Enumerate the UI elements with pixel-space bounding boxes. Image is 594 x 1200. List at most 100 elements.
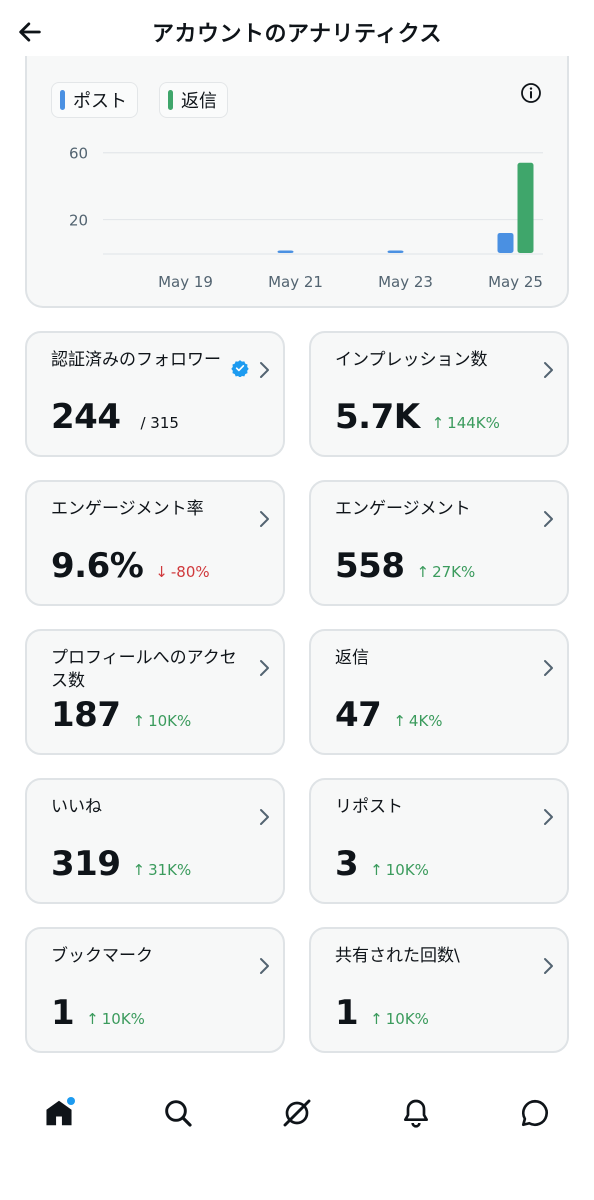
chevron-right-icon [260, 958, 269, 974]
metric-change-value: 10K% [148, 712, 192, 730]
arrow-up-icon: ↑ [370, 1010, 383, 1028]
page-title: アカウントのアナリティクス [151, 22, 443, 47]
bar-posts [277, 250, 294, 253]
arrow-up-icon: ↑ [393, 712, 406, 730]
metric-card-likes[interactable]: いいね 319 ↑ 31K% [25, 778, 285, 904]
metric-card-profile-visits[interactable]: プロフィールへのアクセス数 187 ↑ 10K% [25, 629, 285, 755]
bar-posts [387, 250, 404, 253]
metric-value-row: 47 ↑ 4K% [335, 695, 443, 735]
metric-change: ↓ -80% [155, 563, 209, 581]
analytics-chart: 60 20 May 19 May 21 May 23 May 25 [69, 145, 543, 291]
metric-label: 認証済みのフォロワー [51, 350, 221, 370]
metric-label: ブックマーク [51, 946, 153, 966]
nav-notifications[interactable] [394, 1091, 438, 1135]
metric-card-replies[interactable]: 返信 47 ↑ 4K% [309, 629, 569, 755]
arrow-up-icon: ↑ [431, 414, 445, 432]
metric-change: ↑ 10K% [370, 1010, 429, 1028]
bell-icon [403, 1099, 428, 1128]
nav-home[interactable] [37, 1091, 81, 1135]
bar-posts [497, 232, 514, 253]
metric-card-engagement-rate[interactable]: エンゲージメント率 9.6% ↓ -80% [25, 480, 285, 606]
chevron-right-icon [260, 660, 269, 676]
chevron-right-icon [260, 809, 269, 825]
y-tick-label: 60 [69, 145, 88, 163]
metric-change-value: 31K% [148, 861, 192, 879]
chevron-right-icon [544, 660, 553, 676]
search-icon [165, 1100, 192, 1127]
metric-value-row: 187 ↑ 10K% [51, 695, 191, 735]
metric-value-row: 5.7K ↑ 144K% [335, 397, 500, 437]
bottom-navigation [0, 1080, 594, 1146]
metric-change-value: 10K% [101, 1010, 145, 1028]
arrow-up-icon: ↑ [370, 861, 383, 879]
nav-grok[interactable] [275, 1091, 319, 1135]
metric-value: 558 [335, 546, 405, 586]
metric-value: 187 [51, 695, 121, 735]
arrow-down-icon: ↓ [155, 563, 168, 581]
x-tick-label: May 21 [268, 273, 323, 291]
metric-card-impressions[interactable]: インプレッション数 5.7K ↑ 144K% [309, 331, 569, 457]
metric-value-row: 3 ↑ 10K% [335, 844, 429, 884]
metric-label: プロフィールへのアクセス数 [51, 648, 237, 691]
metric-value: 9.6% [51, 546, 144, 586]
metric-label: 共有された回数\ [335, 946, 460, 966]
x-tick-label: May 19 [158, 273, 213, 291]
metric-label: エンゲージメント率 [51, 499, 204, 519]
metric-change: ↑ 4K% [393, 712, 442, 730]
chart-card: ポスト 返信 60 20 May 19 May 21 May 23 May 25 [25, 56, 569, 308]
metric-card-engagements[interactable]: エンゲージメント 558 ↑ 27K% [309, 480, 569, 606]
metric-label: エンゲージメント [335, 499, 471, 519]
top-bar: アカウントのアナリティクス [0, 0, 594, 64]
metric-change: ↑ 144K% [432, 414, 500, 432]
metric-value-row: 319 ↑ 31K% [51, 844, 191, 884]
y-tick-label: 20 [69, 212, 88, 230]
metric-change-value: 10K% [385, 1010, 429, 1028]
chevron-right-icon [260, 511, 269, 527]
metric-value: 5.7K [335, 397, 420, 437]
metric-change-value: -80% [170, 563, 210, 581]
chevron-right-icon [544, 958, 553, 974]
metric-label: リポスト [335, 797, 403, 817]
chevron-right-icon [544, 511, 553, 527]
metric-change-value: 4K% [408, 712, 443, 730]
arrow-up-icon: ↑ [86, 1010, 99, 1028]
metric-card-verified-followers[interactable]: 認証済みのフォロワー 244 / 315 [25, 331, 285, 457]
x-tick-label: May 23 [378, 273, 433, 291]
metric-change-value: 27K% [432, 563, 476, 581]
grok-icon [283, 1099, 311, 1127]
metric-change: ↑ 31K% [132, 861, 191, 879]
nav-search[interactable] [156, 1091, 200, 1135]
x-tick-label: May 25 [488, 273, 543, 291]
chevron-right-icon [544, 362, 553, 378]
arrow-up-icon: ↑ [132, 712, 146, 730]
metric-value-row: 558 ↑ 27K% [335, 546, 475, 586]
bar-replies [517, 162, 534, 253]
metric-change: ↑ 10K% [370, 861, 429, 879]
nav-messages[interactable] [513, 1091, 557, 1135]
metric-value-row: 244 / 315 [51, 397, 179, 437]
metric-change: ↑ 10K% [86, 1010, 145, 1028]
metric-value: 1 [51, 993, 75, 1033]
metric-value: 244 [51, 397, 121, 437]
metric-value-row: 9.6% ↓ -80% [51, 546, 210, 586]
metric-label: 返信 [335, 648, 369, 668]
metric-card-reposts[interactable]: リポスト 3 ↑ 10K% [309, 778, 569, 904]
metric-label: いいね [51, 797, 102, 817]
metric-value: 47 [335, 695, 382, 735]
metric-change: ↑ 10K% [132, 712, 191, 730]
metric-total: / 315 [140, 414, 179, 432]
arrow-up-icon: ↑ [132, 861, 146, 879]
metric-change-value: 144K% [447, 414, 500, 432]
metric-value: 3 [335, 844, 359, 884]
metric-card-bookmarks[interactable]: ブックマーク 1 ↑ 10K% [25, 927, 285, 1053]
arrow-up-icon: ↑ [416, 563, 430, 581]
metric-card-shares[interactable]: 共有された回数\ 1 ↑ 10K% [309, 927, 569, 1053]
metric-value: 1 [335, 993, 359, 1033]
metric-change: ↑ 27K% [416, 563, 475, 581]
chevron-right-icon [260, 362, 269, 378]
metric-value-row: 1 ↑ 10K% [51, 993, 145, 1033]
verified-badge-icon [231, 360, 249, 377]
chevron-right-icon [544, 809, 553, 825]
message-icon [521, 1099, 548, 1127]
metric-value: 319 [51, 844, 121, 884]
